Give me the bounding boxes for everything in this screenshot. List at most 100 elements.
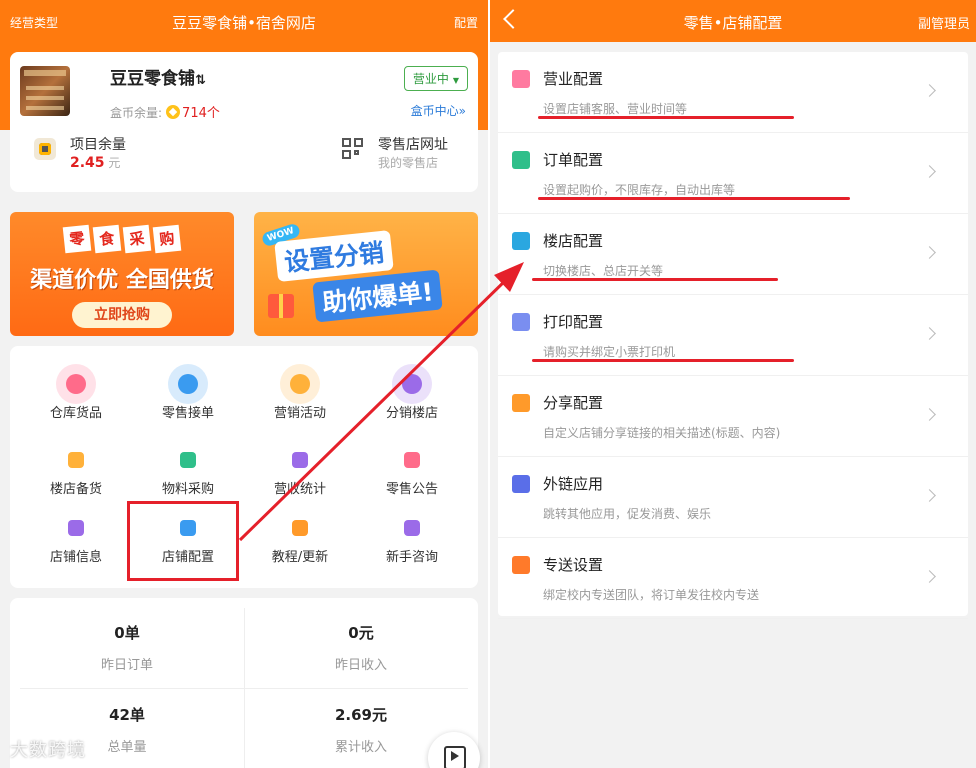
- status-label: 营业中: [412, 72, 449, 86]
- chevron-right-icon: [923, 246, 936, 259]
- chevron-right-icon: [923, 84, 936, 97]
- shop-name[interactable]: 豆豆零食铺⇅: [110, 64, 206, 89]
- config-item-2[interactable]: 订单配置设置起购价，不限库存，自动出库等: [498, 133, 968, 214]
- config-item-title: 订单配置: [543, 151, 604, 169]
- config-item-title: 营业配置: [543, 70, 604, 88]
- store-url-sub: 我的零售店: [378, 156, 439, 170]
- share-icon: [512, 394, 530, 412]
- config-item-desc: 设置店铺客服、营业时间等: [543, 102, 688, 116]
- link-icon: [512, 475, 530, 493]
- function-grid: 仓库货品 零售接单 营销活动 分销楼店 楼店备货 物料采购 营收统计 零售公告 店铺信息 店铺配置…: [10, 346, 478, 588]
- grid-item-7[interactable]: 营收统计: [244, 430, 356, 500]
- grid-item-2[interactable]: 零售接单: [132, 352, 244, 422]
- project-balance-label: 项目余量: [70, 137, 126, 153]
- config-menu: 营业配置设置店铺客服、营业时间等订单配置设置起购价，不限库存，自动出库等楼店配置…: [498, 52, 968, 619]
- config-item-4[interactable]: 打印配置 请购买并绑定小票打印机: [498, 295, 968, 376]
- config-item-desc: 绑定校内专送团队，将订单发往校内专送: [543, 588, 760, 602]
- right-screen: 零售•店铺配置 副管理员 营业配置设置店铺客服、营业时间等订单配置设置起购价，不…: [490, 0, 976, 768]
- receipt-icon: [512, 313, 530, 331]
- grid-item-label: 新手咨询: [385, 550, 438, 565]
- grid-item-4[interactable]: 分销楼店: [356, 352, 468, 422]
- grid-item-12[interactable]: 新手咨询: [356, 498, 468, 568]
- banner-tags: 零食采购: [62, 224, 184, 254]
- grid-item-9[interactable]: 店铺信息: [20, 498, 132, 568]
- coin-icon: [166, 105, 181, 119]
- wallet-icon: [34, 138, 56, 160]
- caret-down-icon: ▼: [452, 76, 459, 85]
- annotation-underline: [532, 278, 778, 281]
- config-item-desc: 跳转其他应用，促发消费、娱乐: [543, 507, 712, 521]
- shop-card: 豆豆零食铺⇅ 盒币余量: 714个 营业中 ▼ 盒币中心» 项目余量 2.45 元 …: [10, 52, 478, 192]
- chevron-right-icon: [923, 570, 936, 583]
- grid-item-3[interactable]: 营销活动: [244, 352, 356, 422]
- config-item-1[interactable]: 营业配置设置店铺客服、营业时间等: [498, 52, 968, 133]
- order-list-icon: [168, 364, 208, 404]
- config-item-title: 外链应用: [543, 475, 604, 493]
- grid-item-6[interactable]: 物料采购: [132, 430, 244, 500]
- chevron-right-icon: [923, 327, 936, 340]
- basket-icon: [172, 444, 204, 476]
- star-badge-icon: [280, 364, 320, 404]
- store-url-label: 零售店网址: [378, 137, 448, 153]
- grid-item-8[interactable]: 零售公告: [356, 430, 468, 500]
- grid-item-1[interactable]: 仓库货品: [20, 352, 132, 422]
- config-item-5[interactable]: 分享配置自定义店铺分享链接的相关描述(标题、内容): [498, 376, 968, 457]
- config-item-title: 专送设置: [543, 556, 604, 574]
- database-icon: [512, 151, 530, 169]
- annotation-underline: [532, 359, 794, 362]
- config-button[interactable]: 配置: [454, 14, 478, 31]
- config-item-desc: 请购买并绑定小票打印机: [543, 345, 676, 359]
- purchase-banner[interactable]: 零食采购 渠道价优 全国供货 立即抢购: [10, 212, 234, 336]
- config-item-desc: 设置起购价，不限库存，自动出库等: [543, 183, 736, 197]
- page-title: 豆豆零食铺•宿舍网店: [172, 14, 316, 32]
- help-book-icon: [396, 512, 428, 544]
- project-balance-value: 2.45 元: [70, 155, 121, 171]
- sub-admin-button[interactable]: 副管理员: [918, 13, 970, 32]
- config-item-title: 分享配置: [543, 394, 604, 412]
- grid-item-label: 物料采购: [161, 482, 214, 497]
- open-sign-icon: [512, 70, 530, 88]
- highlight-box: [127, 501, 239, 581]
- right-header: 零售•店铺配置 副管理员: [490, 0, 976, 42]
- grid-item-label: 教程/更新: [271, 550, 329, 565]
- config-item-3[interactable]: 楼店配置 切换楼店、总店开关等: [498, 214, 968, 295]
- banner-headline: 渠道价优 全国供货: [30, 268, 214, 293]
- shop-info-icon: [60, 512, 92, 544]
- distribution-banner[interactable]: WOW 设置分销 助你爆单!: [254, 212, 478, 336]
- chevron-right-icon: [923, 489, 936, 502]
- config-item-7[interactable]: 专送设置绑定校内专送团队，将订单发往校内专送: [498, 538, 968, 619]
- banner-line-2: 助你爆单!: [312, 269, 444, 323]
- grid-item-label: 仓库货品: [49, 406, 102, 421]
- buy-now-button[interactable]: 立即抢购: [72, 302, 172, 328]
- coin-center-link[interactable]: 盒币中心»: [411, 102, 466, 119]
- yesterday-orders-label: 昨日订单: [100, 658, 153, 673]
- announcement-icon: [396, 444, 428, 476]
- grid-item-label: 营销活动: [273, 406, 326, 421]
- coin-label: 盒币余量:: [110, 106, 163, 120]
- grid-item-5[interactable]: 楼店备货: [20, 430, 132, 500]
- grid-item-11[interactable]: 教程/更新: [244, 498, 356, 568]
- yesterday-orders-value: 0单: [114, 624, 140, 642]
- total-income-value: 2.69元: [334, 706, 387, 724]
- shop-name-text: 豆豆零食铺: [110, 69, 195, 89]
- total-orders-value: 42单: [109, 706, 145, 724]
- building-share-icon: [392, 364, 432, 404]
- yesterday-income-label: 昨日收入: [334, 658, 387, 673]
- switch-shop-icon[interactable]: ⇅: [195, 73, 206, 88]
- config-item-6[interactable]: 外链应用跳转其他应用，促发消费、娱乐: [498, 457, 968, 538]
- gift-icon: [268, 294, 294, 318]
- business-status-select[interactable]: 营业中 ▼: [403, 66, 468, 91]
- grid-item-label: 营收统计: [273, 482, 326, 497]
- watermark: 大数跨境: [10, 740, 86, 761]
- coin-value: 714个: [182, 106, 220, 121]
- chevron-right-icon: [923, 165, 936, 178]
- coin-balance: 盒币余量: 714个: [110, 102, 220, 121]
- left-header: 经营类型 豆豆零食铺•宿舍网店 配置: [0, 0, 488, 44]
- config-item-desc: 自定义店铺分享链接的相关描述(标题、内容): [543, 426, 781, 440]
- grid-item-label: 楼店备货: [49, 482, 102, 497]
- chart-person-icon: [284, 444, 316, 476]
- shop-logo: [20, 66, 70, 116]
- grid-item-label: 店铺信息: [49, 550, 102, 565]
- store-icon: [512, 232, 530, 250]
- yesterday-income-value: 0元: [348, 624, 374, 642]
